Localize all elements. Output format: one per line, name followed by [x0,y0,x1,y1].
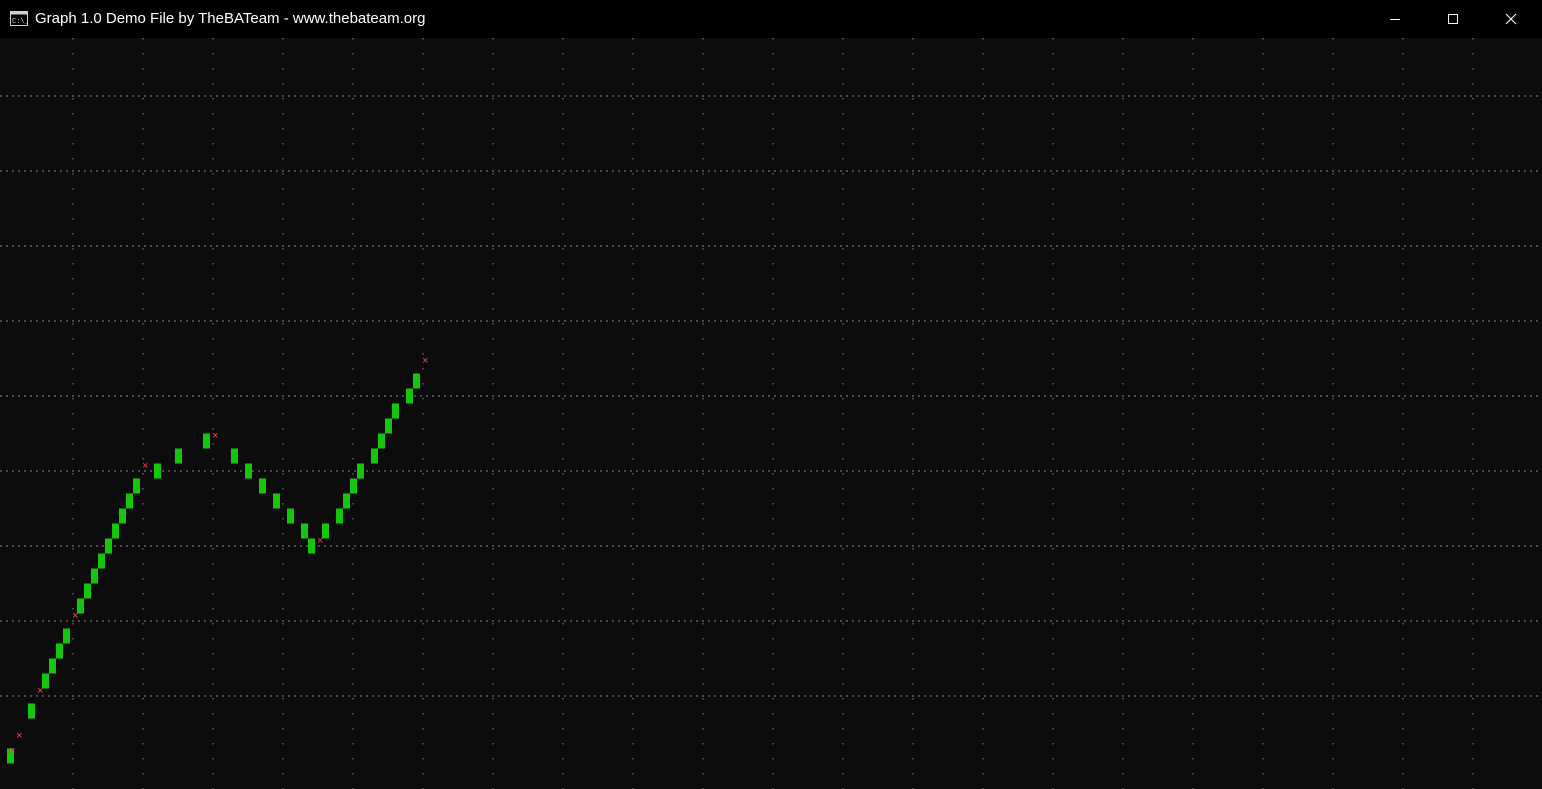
series-bar-segment [91,568,98,584]
series-bar-segment [98,553,105,569]
series-bar-segment [56,643,63,659]
series-bar-segment [28,703,35,719]
maximize-icon [1448,14,1458,24]
series-bar-segment [301,523,308,539]
series-bar-segment [308,538,315,554]
series-bar-segment [175,448,182,464]
series-bar-segment [245,463,252,479]
series-bar-segment [231,448,238,464]
series-bar-segment [406,388,413,404]
series-bar-segment [273,493,280,509]
series-bar-segment [392,403,399,419]
console-icon: C:\_ [10,11,28,26]
chart-markers: ×××××××× [9,356,429,758]
data-point-marker: × [37,686,44,698]
series-bar-segment [84,583,91,599]
series-bar-segment [119,508,126,524]
series-bar-segment [154,463,161,479]
series-bar-segment [287,508,294,524]
series-bar-segment [126,493,133,509]
series-bar-segment [371,448,378,464]
data-point-marker: × [72,611,79,623]
data-point-marker: × [142,461,149,473]
series-bar-segment [385,418,392,434]
series-bar-segment [112,523,119,539]
series-bar-segment [259,478,266,494]
series-bar-segment [378,433,385,449]
data-point-marker: × [9,746,16,758]
series-bar-segment [343,493,350,509]
series-bar-segment [357,463,364,479]
series-bar-segment [133,478,140,494]
graph-chart: ×××××××× [0,38,1542,789]
series-bar-segment [350,478,357,494]
minimize-button[interactable] [1366,0,1424,38]
data-point-marker: × [317,536,324,548]
series-bar-segment [105,538,112,554]
console-window: C:\_ Graph 1.0 Demo File by TheBATeam - … [0,0,1542,789]
minimize-icon [1390,19,1400,20]
close-icon [1505,13,1517,25]
series-bar-segment [413,373,420,389]
data-point-marker: × [212,431,219,443]
series-bar-segment [203,433,210,449]
series-bar-segment [336,508,343,524]
data-point-marker: × [16,731,23,743]
svg-text:C:\_: C:\_ [12,18,28,26]
chart-grid [0,38,1542,789]
window-title: Graph 1.0 Demo File by TheBATeam - www.t… [35,10,426,27]
title-bar[interactable]: C:\_ Graph 1.0 Demo File by TheBATeam - … [0,0,1542,38]
close-button[interactable] [1482,0,1540,38]
console-output: × × × × × × × × [0,38,1542,789]
series-bar-segment [63,628,70,644]
data-point-marker: × [422,356,429,368]
maximize-button[interactable] [1424,0,1482,38]
series-bar-segment [49,658,56,674]
